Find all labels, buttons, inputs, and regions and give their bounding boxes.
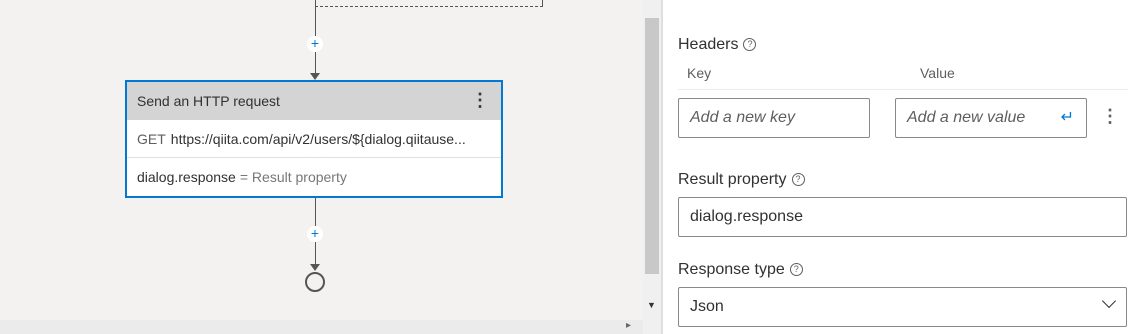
node-result-row: dialog.response = Result property — [127, 158, 501, 196]
headers-label: Headers? — [678, 36, 757, 54]
scroll-right-icon[interactable]: ▸ — [626, 320, 631, 331]
scroll-down-icon[interactable]: ▼ — [647, 300, 656, 310]
response-type-label: Response type? — [678, 261, 803, 279]
result-property-label: Result property? — [678, 171, 805, 189]
help-icon[interactable]: ? — [791, 173, 805, 186]
more-options-icon[interactable]: ⋮ — [1101, 106, 1119, 127]
key-column-header: Key — [687, 65, 712, 81]
properties-panel: Headers? Key Value Add a new key Add a n… — [663, 0, 1141, 334]
result-value: dialog.response — [137, 169, 236, 185]
value-column-header: Value — [920, 65, 955, 81]
scrollbar-thumb[interactable] — [645, 18, 659, 274]
enter-icon[interactable]: ↵ — [1061, 107, 1074, 127]
flow-arrow — [310, 264, 320, 271]
flow-line — [315, 0, 316, 36]
flow-arrow — [310, 73, 320, 80]
http-method: GET — [137, 130, 166, 147]
add-action-button[interactable]: + — [307, 36, 323, 52]
help-icon[interactable]: ? — [789, 263, 803, 276]
branch-connector-vertical — [542, 0, 543, 6]
node-request-row: GET https://qiita.com/api/v2/users/${dia… — [127, 120, 501, 158]
node-title: Send an HTTP request — [137, 93, 280, 109]
end-node-icon — [305, 272, 325, 292]
chevron-down-icon[interactable] — [1101, 293, 1117, 309]
flow-line — [315, 242, 316, 266]
more-options-icon[interactable]: ⋮ — [471, 90, 489, 110]
flow-line — [315, 198, 316, 226]
http-request-node[interactable]: Send an HTTP request ⋮ GET https://qiita… — [125, 80, 503, 198]
add-action-button[interactable]: + — [307, 226, 323, 242]
response-type-select[interactable]: Json — [678, 287, 1127, 327]
header-value-input[interactable]: Add a new value ↵ — [895, 98, 1087, 138]
row-notch — [304, 148, 323, 157]
header-divider — [678, 89, 1128, 90]
result-property-input[interactable]: dialog.response — [678, 197, 1127, 237]
vertical-scrollbar[interactable]: ▼ — [643, 0, 661, 334]
request-url: https://qiita.com/api/v2/users/${dialog.… — [170, 130, 466, 147]
node-header[interactable]: Send an HTTP request ⋮ — [127, 82, 501, 120]
flow-line — [315, 52, 316, 74]
help-icon[interactable]: ? — [743, 38, 757, 51]
branch-connector — [315, 6, 543, 7]
horizontal-scrollbar[interactable]: ▸ — [0, 320, 643, 334]
result-hint: = Result property — [239, 169, 347, 185]
header-key-input[interactable]: Add a new key — [678, 98, 870, 138]
flow-canvas[interactable]: + Send an HTTP request ⋮ GET https://qii… — [0, 0, 643, 334]
